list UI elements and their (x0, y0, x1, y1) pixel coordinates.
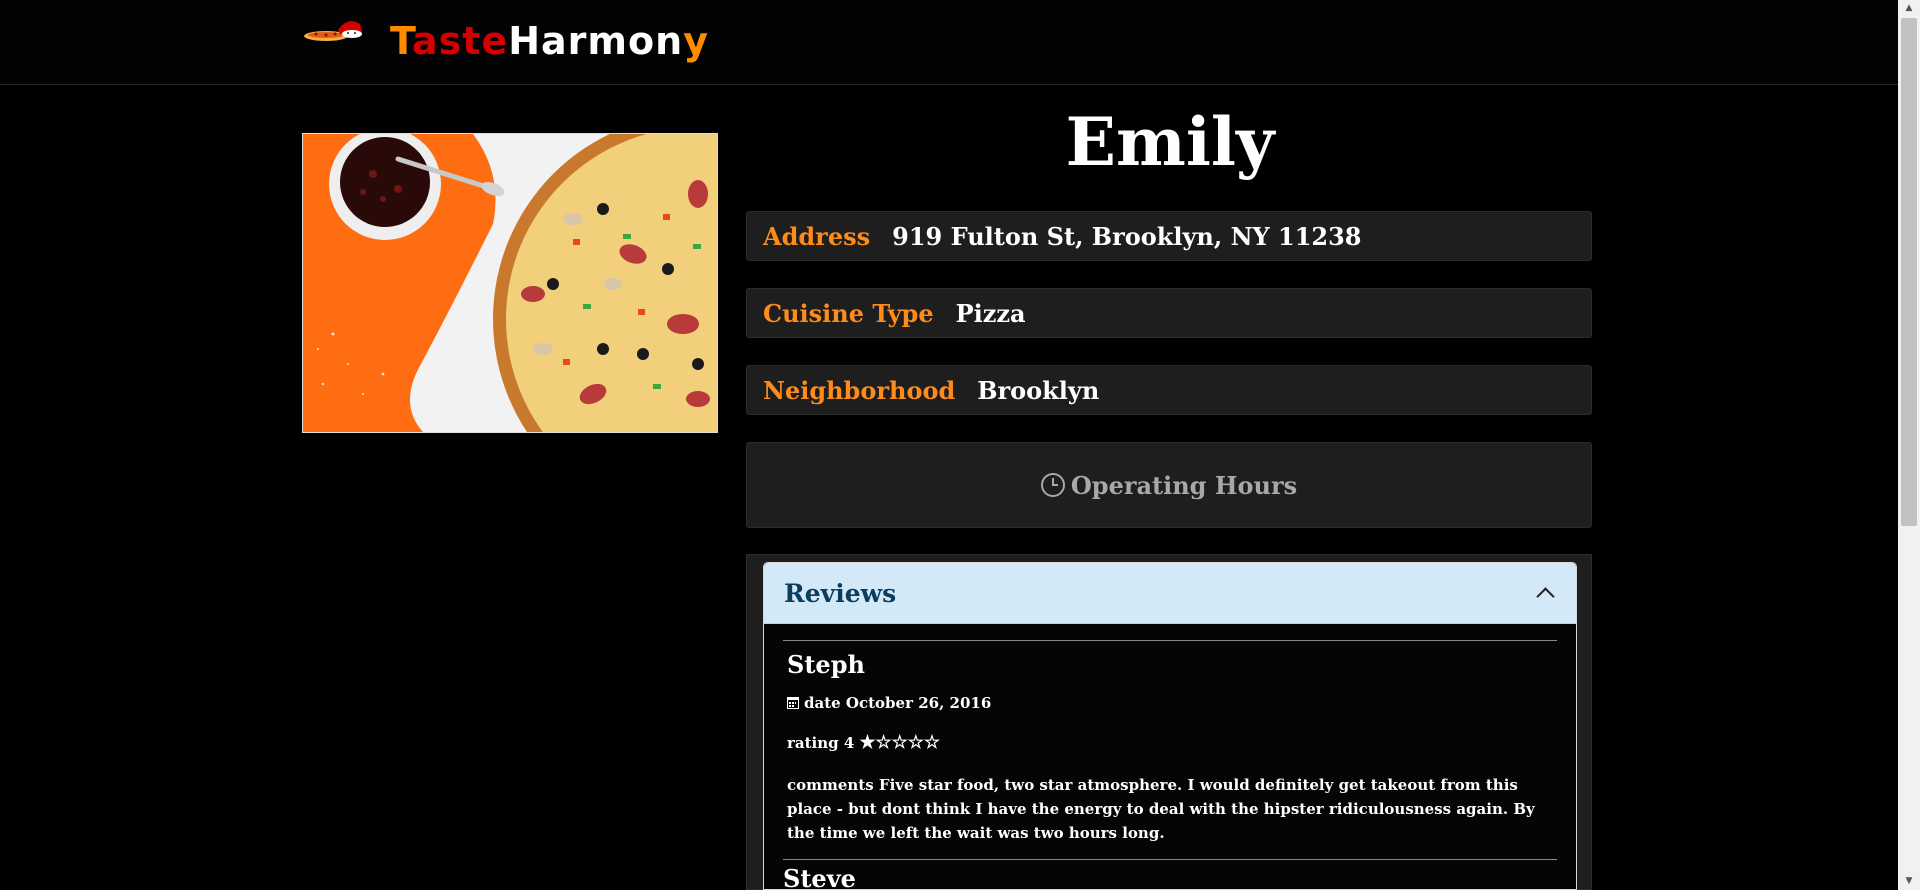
home-link[interactable]: TasteHarmony (302, 10, 709, 66)
chevron-up-icon[interactable] (1536, 586, 1555, 606)
calendar-icon (787, 697, 799, 709)
address-value: 919 Fulton St, Brooklyn, NY 11238 (892, 221, 1362, 251)
brand-part-3: Harmon (508, 19, 684, 63)
restaurant-image (302, 133, 718, 433)
pizza-chef-icon (302, 14, 368, 44)
reviews-title: Reviews (784, 578, 897, 608)
review-item: Steph date October 26, 2016 rating 4 ★☆☆… (783, 640, 1557, 859)
reviews-panel: Reviews Steph date October 26, 2016 rati… (763, 562, 1577, 890)
site-header: TasteHarmony (0, 0, 1898, 85)
address-label: Address (763, 221, 871, 251)
review-comments: comments Five star food, two star atmosp… (787, 776, 1535, 842)
page-scrollbar[interactable]: ▲ ▼ (1898, 0, 1920, 890)
scrollbar-thumb[interactable] (1901, 18, 1917, 526)
review-rating-text: rating 4 (787, 734, 855, 752)
neighborhood-row: Neighborhood Brooklyn (746, 365, 1592, 415)
neighborhood-label: Neighborhood (763, 375, 956, 405)
neighborhood-value: Brooklyn (977, 375, 1100, 405)
review-rating: rating 4 ★☆☆☆☆ (787, 733, 1553, 753)
reviews-header[interactable]: Reviews (764, 563, 1576, 624)
scroll-down-arrow-icon[interactable]: ▼ (1898, 873, 1920, 890)
address-row: Address 919 Fulton St, Brooklyn, NY 1123… (746, 211, 1592, 261)
review-date: date October 26, 2016 (787, 693, 1553, 713)
brand-part-1: T (390, 19, 413, 63)
scroll-up-arrow-icon[interactable]: ▲ (1898, 0, 1920, 17)
rating-stars-icon: ★☆☆☆☆ (859, 732, 940, 753)
operating-hours-toggle[interactable]: Operating Hours (746, 442, 1592, 528)
restaurant-name: Emily (1065, 103, 1275, 181)
review-list: Steph date October 26, 2016 rating 4 ★☆☆… (764, 624, 1576, 889)
brand-part-4: y (683, 19, 709, 63)
clock-icon (1040, 473, 1065, 497)
cuisine-label: Cuisine Type (763, 298, 934, 328)
brand-part-2: aste (412, 19, 509, 63)
reviewer-name: Steve (783, 859, 1557, 889)
operating-hours-label: Operating Hours (1070, 470, 1298, 500)
reviewer-name: Steph (787, 650, 865, 679)
cuisine-row: Cuisine Type Pizza (746, 288, 1592, 338)
cuisine-value: Pizza (955, 298, 1026, 328)
brand-wordmark: TasteHarmony (390, 13, 709, 69)
review-date-text: date October 26, 2016 (804, 694, 992, 712)
